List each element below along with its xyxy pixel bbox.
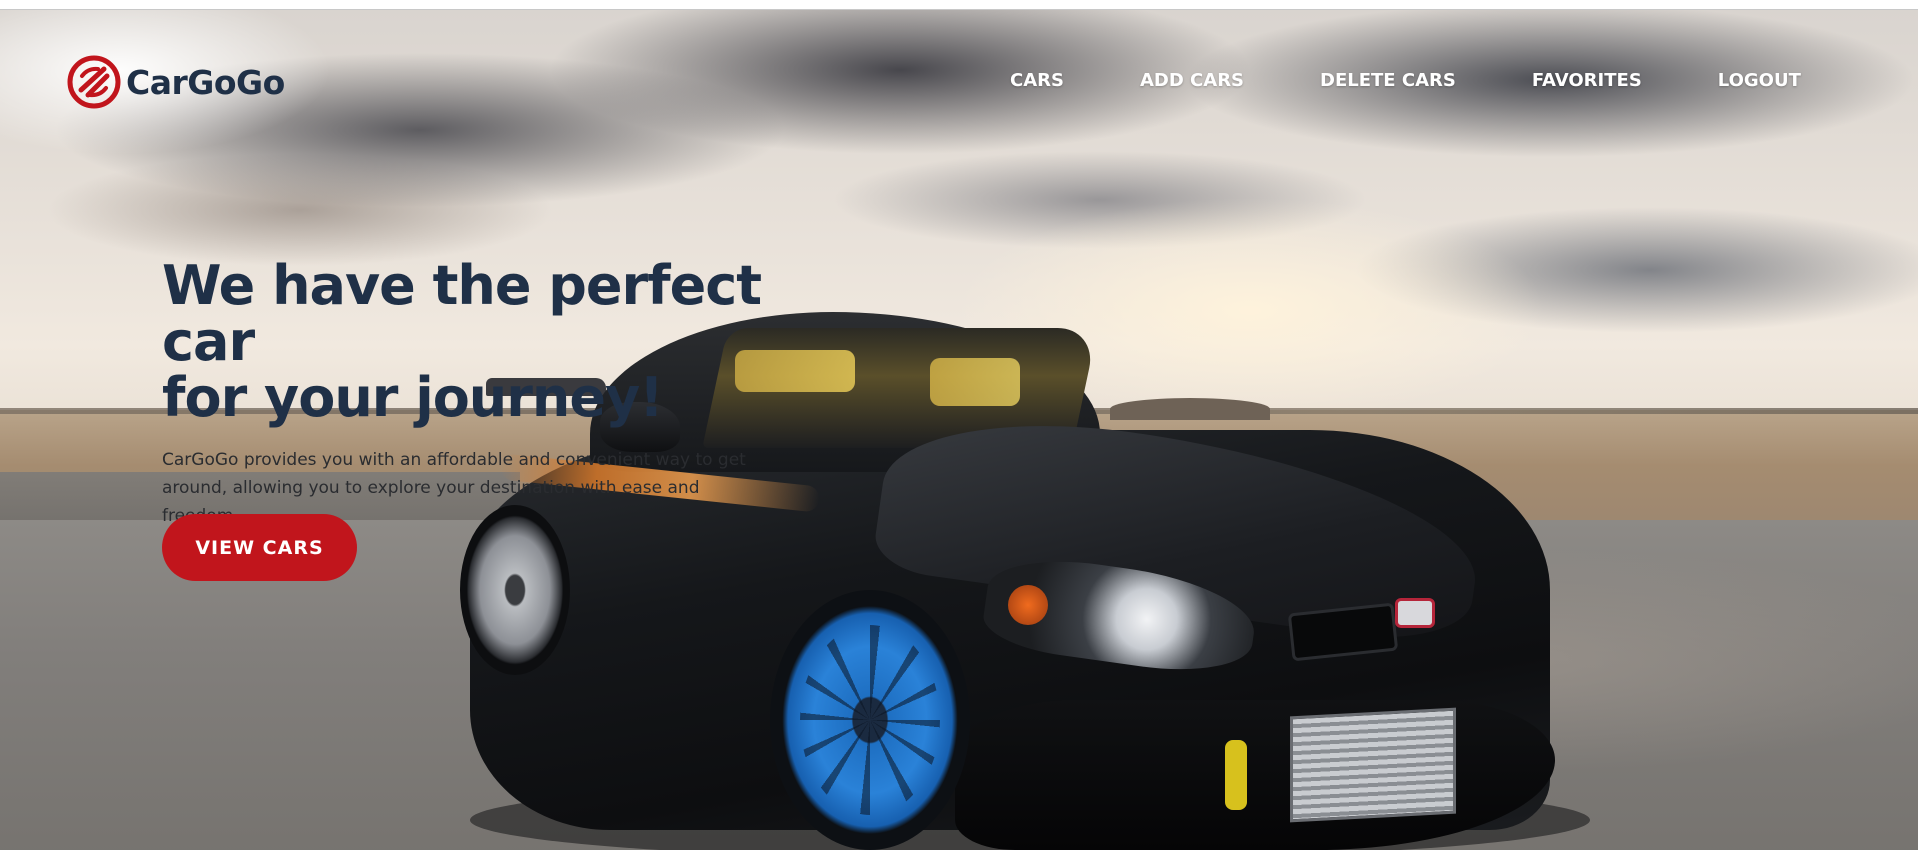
nav-add-cars[interactable]: ADD CARS (1140, 70, 1244, 91)
nav-logout[interactable]: LOGOUT (1718, 70, 1801, 91)
nav-delete-cars[interactable]: DELETE CARS (1320, 70, 1456, 91)
hero-title: We have the perfect car for your journey… (162, 258, 862, 426)
cargogo-logo-icon (66, 54, 122, 110)
hero-copy: We have the perfect car for your journey… (162, 258, 862, 530)
main-nav: CARS ADD CARS DELETE CARS FAVORITES LOGO… (1010, 70, 1801, 91)
landing-page: CarGoGo CARS ADD CARS DELETE CARS FAVORI… (0, 0, 1918, 850)
brand-name: CarGoGo (126, 62, 285, 102)
distant-hill (1110, 398, 1270, 420)
logo-link[interactable]: CarGoGo (66, 54, 285, 110)
hero-title-line1: We have the perfect car (162, 254, 762, 373)
nav-cars[interactable]: CARS (1010, 70, 1064, 91)
view-cars-button[interactable]: VIEW CARS (162, 514, 357, 581)
site-header: CarGoGo CARS ADD CARS DELETE CARS FAVORI… (0, 10, 1918, 150)
nav-favorites[interactable]: FAVORITES (1532, 70, 1642, 91)
hero-title-line2: for your journey! (162, 366, 664, 429)
browser-top-strip (0, 0, 1918, 10)
